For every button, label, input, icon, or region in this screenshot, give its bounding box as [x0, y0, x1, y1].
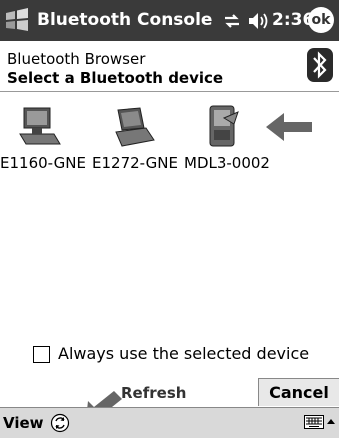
browser-header: Bluetooth Browser Select a Bluetooth dev… — [0, 41, 339, 92]
menu-bar: View — [0, 407, 339, 438]
always-use-checkbox[interactable] — [33, 346, 50, 363]
app-title: Bluetooth Console — [37, 10, 213, 30]
keyboard-icon[interactable] — [304, 414, 324, 430]
device-mdl3-0002[interactable]: MDL3-0002 — [184, 104, 270, 179]
bluetooth-icon — [307, 48, 333, 82]
device-label: E1160-GNE — [0, 154, 86, 172]
handheld-device-icon — [209, 105, 239, 147]
device-label: MDL3-0002 — [184, 154, 270, 172]
cancel-button[interactable]: Cancel — [258, 378, 339, 406]
header-title: Bluetooth Browser — [7, 50, 146, 68]
ok-button[interactable]: ok — [308, 7, 334, 33]
windows-start-icon[interactable] — [4, 7, 30, 33]
title-bar: Bluetooth Console 2:36 ok — [0, 0, 339, 41]
desktop-computer-icon — [19, 107, 61, 145]
sip-up-arrow-icon[interactable] — [326, 416, 336, 426]
volume-icon[interactable] — [247, 11, 271, 31]
device-e1272-gne[interactable]: E1272-GNE — [92, 104, 178, 179]
view-menu[interactable]: View — [3, 414, 44, 432]
refresh-icon[interactable] — [50, 413, 70, 433]
refresh-annotation-label: Refresh — [121, 384, 187, 402]
annotation-arrow-left-icon — [266, 113, 312, 141]
connectivity-icon[interactable] — [222, 11, 242, 31]
device-e1160-gne[interactable]: E1160-GNE — [0, 104, 86, 179]
laptop-icon — [115, 107, 155, 147]
always-use-label[interactable]: Always use the selected device — [58, 344, 309, 363]
header-instruction: Select a Bluetooth device — [7, 69, 224, 87]
device-label: E1272-GNE — [92, 154, 178, 172]
